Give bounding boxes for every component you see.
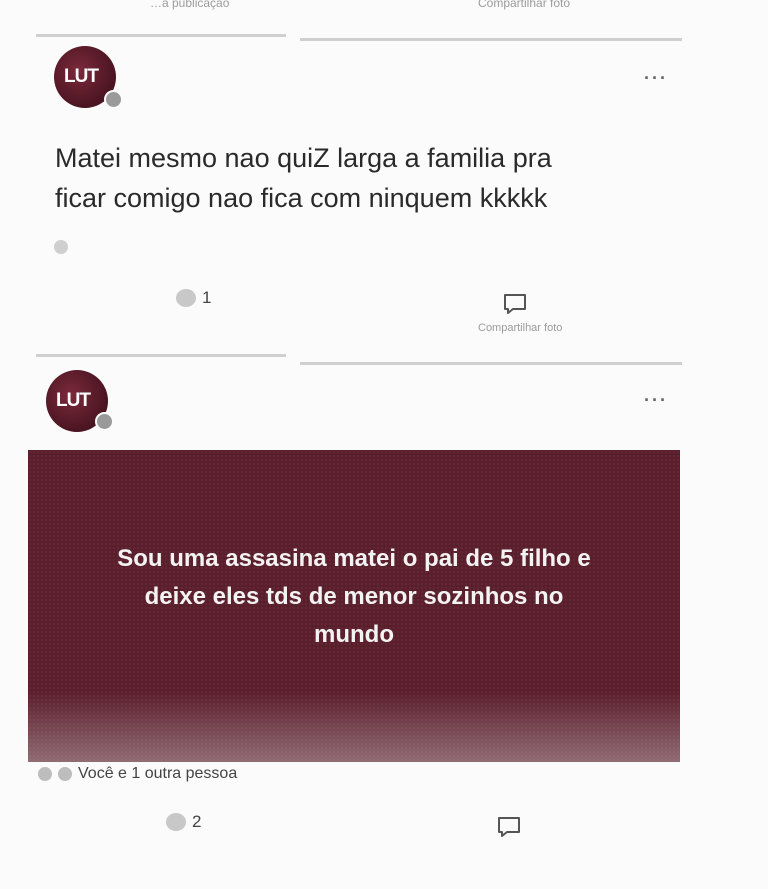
more-options-button[interactable]: ··· [644, 68, 668, 89]
post-separator [300, 38, 682, 41]
background-post-line: deixe eles tds de menor sozinhos no [144, 583, 564, 610]
reaction-icon [54, 240, 68, 254]
background-post-text: Sou uma assasina matei o pai de 5 filho … [28, 540, 680, 654]
sad-reaction-icon [58, 767, 72, 781]
status-dot [95, 412, 114, 431]
reaction-count: 2 [192, 812, 202, 831]
post-separator [36, 34, 286, 37]
sad-reaction-icon [166, 813, 186, 831]
previous-post-action-left[interactable]: …a publicação [150, 0, 229, 10]
post-separator [36, 354, 286, 357]
reactors-text: Você e 1 outra pessoa [78, 765, 238, 782]
reaction-icon [38, 767, 52, 781]
status-dot [104, 90, 123, 109]
reaction-summary[interactable]: 2 [166, 812, 201, 832]
more-options-button[interactable]: ··· [644, 390, 668, 411]
previous-post-share-action[interactable]: Compartilhar foto [478, 0, 570, 10]
reactors-summary[interactable]: Você e 1 outra pessoa [38, 765, 237, 783]
background-post-line: Sou uma assasina matei o pai de 5 filho … [117, 545, 591, 572]
background-post: Sou uma assasina matei o pai de 5 filho … [28, 450, 680, 762]
reaction-summary[interactable]: 1 [176, 288, 211, 308]
post-text-line: Matei mesmo nao quiZ larga a familia pra [55, 143, 552, 173]
comment-icon[interactable] [502, 292, 528, 316]
post-separator [300, 362, 682, 365]
post-text-line: ficar comigo nao fica com ninquem kkkkk [55, 183, 548, 213]
post-text: Matei mesmo nao quiZ larga a familia pra… [55, 138, 552, 218]
reaction-count: 1 [202, 288, 212, 307]
background-post-line: mundo [314, 621, 394, 648]
sad-reaction-icon [176, 289, 196, 307]
background-pattern [28, 692, 680, 762]
comment-icon[interactable] [496, 815, 522, 839]
share-photo-faded[interactable]: Compartilhar foto [478, 322, 562, 334]
